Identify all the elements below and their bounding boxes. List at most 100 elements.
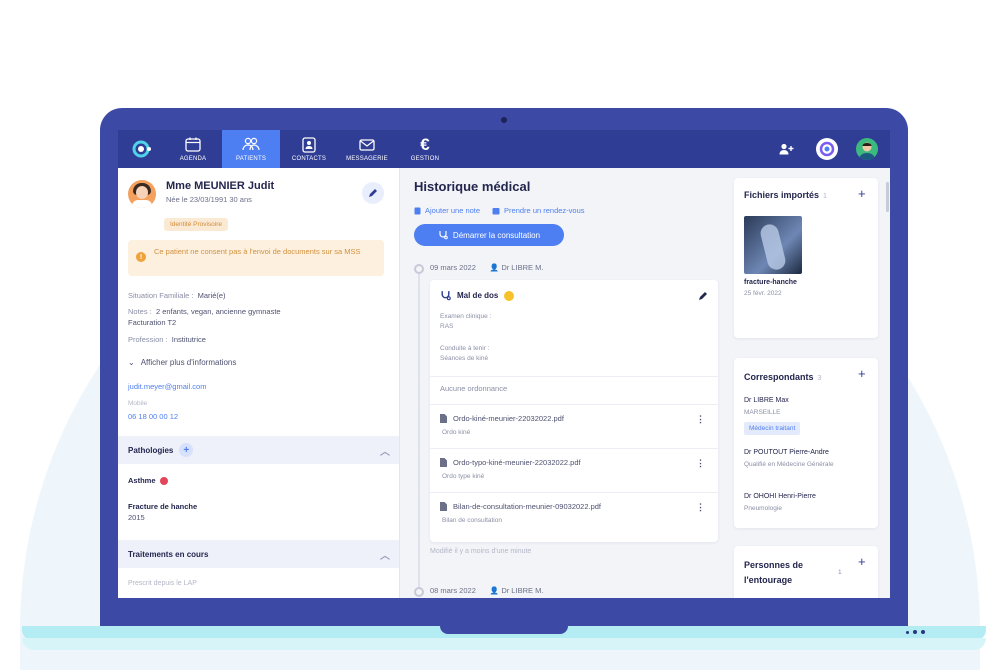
euro-icon: € xyxy=(420,134,430,154)
correspondent-detail: MARSEILLE xyxy=(744,409,781,416)
patient-header: Mme MEUNIER Judit Née le 23/03/1991 30 a… xyxy=(128,180,274,208)
add-correspondent-icon[interactable]: + xyxy=(858,366,866,381)
show-more-info[interactable]: ⌄ Afficher plus d'informations xyxy=(128,358,236,367)
timeline-line xyxy=(418,264,420,594)
add-pathology-icon[interactable]: + xyxy=(179,443,194,457)
family-situation: Situation Familiale : Marié(e) xyxy=(128,291,226,300)
chevron-up-icon[interactable]: ︿ xyxy=(380,547,390,562)
scrollbar[interactable] xyxy=(886,182,889,212)
laptop-notch xyxy=(440,626,568,634)
book-appointment-link[interactable]: Prendre un rendez-vous xyxy=(492,206,585,215)
correspondent-name[interactable]: Dr OHOHI Henri-Pierre xyxy=(744,492,816,502)
file-icon xyxy=(440,414,447,423)
patient-mobile[interactable]: 06 18 00 00 12 xyxy=(128,412,178,421)
warning-icon: ! xyxy=(136,252,146,262)
card-title: Personnes de l'entourage xyxy=(744,560,804,585)
timeline-entry-meta: 09 mars 2022 👤 Dr LIBRE M. xyxy=(430,263,544,272)
patient-email[interactable]: judit.meyer@gmail.com xyxy=(128,382,206,391)
consultation-card[interactable]: Mal de dos Examen clinique : RAS Conduit… xyxy=(430,280,718,542)
patient-name: Mme MEUNIER Judit xyxy=(166,180,275,192)
mail-icon xyxy=(358,137,376,153)
exam-value: RAS xyxy=(440,323,454,330)
more-options-icon[interactable]: ⋮ xyxy=(696,458,705,469)
sync-icon[interactable] xyxy=(816,138,838,160)
treating-doctor-badge: Médecin traitant xyxy=(744,422,801,435)
stethoscope-icon xyxy=(439,231,448,240)
more-options-icon[interactable]: ⋮ xyxy=(696,502,705,513)
entourage-count: 1 xyxy=(838,569,842,576)
correspondents-card: Correspondants 3 + Dr LIBRE Max MARSEILLE… xyxy=(734,358,878,528)
edit-consultation-icon[interactable] xyxy=(698,288,708,306)
top-navigation: AGENDA PATIENTS CONTACTS MESSAGERIE € GE… xyxy=(118,130,890,168)
nav-label: PATIENTS xyxy=(235,155,267,162)
history-actions: Ajouter une note Prendre un rendez-vous xyxy=(414,206,585,215)
consultation-title: Mal de dos xyxy=(440,290,515,301)
pathology-item[interactable]: Fracture de hanche 2015 xyxy=(128,502,197,522)
modified-timestamp: Modifié il y a moins d'une minute xyxy=(430,548,532,555)
status-dot-icon xyxy=(504,290,515,301)
doctor-tag: 👤 Dr LIBRE M. xyxy=(489,586,544,595)
start-consultation-button[interactable]: Démarrer la consultation xyxy=(414,224,564,246)
add-person-icon[interactable]: + xyxy=(858,554,866,569)
nav-label: CONTACTS xyxy=(291,155,327,162)
patient-panel: Mme MEUNIER Judit Née le 23/03/1991 30 a… xyxy=(118,168,400,598)
correspondent-detail: Qualifié en Médecine Générale xyxy=(744,461,834,468)
users-icon xyxy=(242,137,260,153)
nav-messagerie[interactable]: MESSAGERIE xyxy=(338,130,396,168)
calendar-icon xyxy=(492,207,500,214)
nav-label: GESTION xyxy=(410,155,440,162)
camera-icon xyxy=(501,117,507,123)
document-item[interactable]: Ordo-typo-kiné-meunier-22032022.pdf Ordo … xyxy=(440,458,581,480)
nav-agenda[interactable]: AGENDA xyxy=(164,130,222,168)
file-name[interactable]: fracture-hanche xyxy=(744,278,797,288)
nav-contacts[interactable]: CONTACTS xyxy=(280,130,338,168)
edit-patient-button[interactable] xyxy=(362,182,384,204)
identity-badge: Identité Provisoire xyxy=(164,218,229,231)
page-title: Historique médical xyxy=(414,179,531,194)
file-icon xyxy=(440,502,447,511)
document-item[interactable]: Bilan-de-consultation-meunier-09032022.p… xyxy=(440,502,601,524)
treatments-header[interactable]: Traitements en cours ︿ xyxy=(118,540,399,568)
nav-gestion[interactable]: € GESTION xyxy=(396,130,454,168)
chevron-up-icon[interactable]: ︿ xyxy=(380,443,390,458)
correspondent-name[interactable]: Dr POUTOUT Pierre-Andre xyxy=(744,448,829,458)
conduct-value: Séances de kiné xyxy=(440,355,489,362)
doctor-tag: 👤 Dr LIBRE M. xyxy=(489,263,544,272)
side-panel: Fichiers importés 1 + fracture-hanche 25 … xyxy=(724,168,890,598)
conduct-label: Conduite à tenir : xyxy=(440,345,490,352)
add-note-link[interactable]: Ajouter une note xyxy=(414,206,480,215)
note-icon xyxy=(414,207,421,214)
pathology-item[interactable]: Asthme xyxy=(128,476,168,486)
pencil-icon xyxy=(369,189,377,197)
calendar-icon xyxy=(184,137,202,153)
app-screen: AGENDA PATIENTS CONTACTS MESSAGERIE € GE… xyxy=(118,130,890,598)
patient-avatar xyxy=(128,180,156,208)
xray-thumbnail[interactable] xyxy=(744,216,802,274)
user-avatar[interactable] xyxy=(856,138,878,160)
medical-history-panel: Historique médical Ajouter une note Pren… xyxy=(400,168,724,598)
warning-text: Ce patient ne consent pas à l'envoi de d… xyxy=(154,247,361,256)
card-title: Correspondants 3 xyxy=(744,372,822,382)
add-user-icon[interactable] xyxy=(776,138,798,160)
file-icon xyxy=(440,458,447,467)
app-logo[interactable] xyxy=(118,130,164,168)
imported-files-card: Fichiers importés 1 + fracture-hanche 25 … xyxy=(734,178,878,338)
nav-patients[interactable]: PATIENTS xyxy=(222,130,280,168)
nav-label: AGENDA xyxy=(179,155,207,162)
add-file-icon[interactable]: + xyxy=(858,186,866,201)
stethoscope-icon xyxy=(441,291,451,301)
pathologies-header[interactable]: Pathologies + ︿ xyxy=(118,436,399,464)
exam-label: Examen clinique : xyxy=(440,313,492,320)
timeline-dot xyxy=(414,264,424,274)
file-date: 25 févr. 2022 xyxy=(744,290,782,297)
entourage-card: Personnes de l'entourage 1 + xyxy=(734,546,878,598)
document-item[interactable]: Ordo-kiné-meunier-22032022.pdf Ordo kiné xyxy=(440,414,564,436)
patient-notes: Notes : 2 enfants, vegan, ancienne gymna… xyxy=(128,307,281,327)
status-lights xyxy=(906,630,925,634)
more-options-icon[interactable]: ⋮ xyxy=(696,414,705,425)
no-prescription: Aucune ordonnance xyxy=(440,384,508,393)
timeline-dot xyxy=(414,587,424,597)
laptop-bezel xyxy=(100,598,908,628)
mobile-label: Mobile xyxy=(128,400,148,407)
correspondent-name[interactable]: Dr LIBRE Max xyxy=(744,396,789,406)
